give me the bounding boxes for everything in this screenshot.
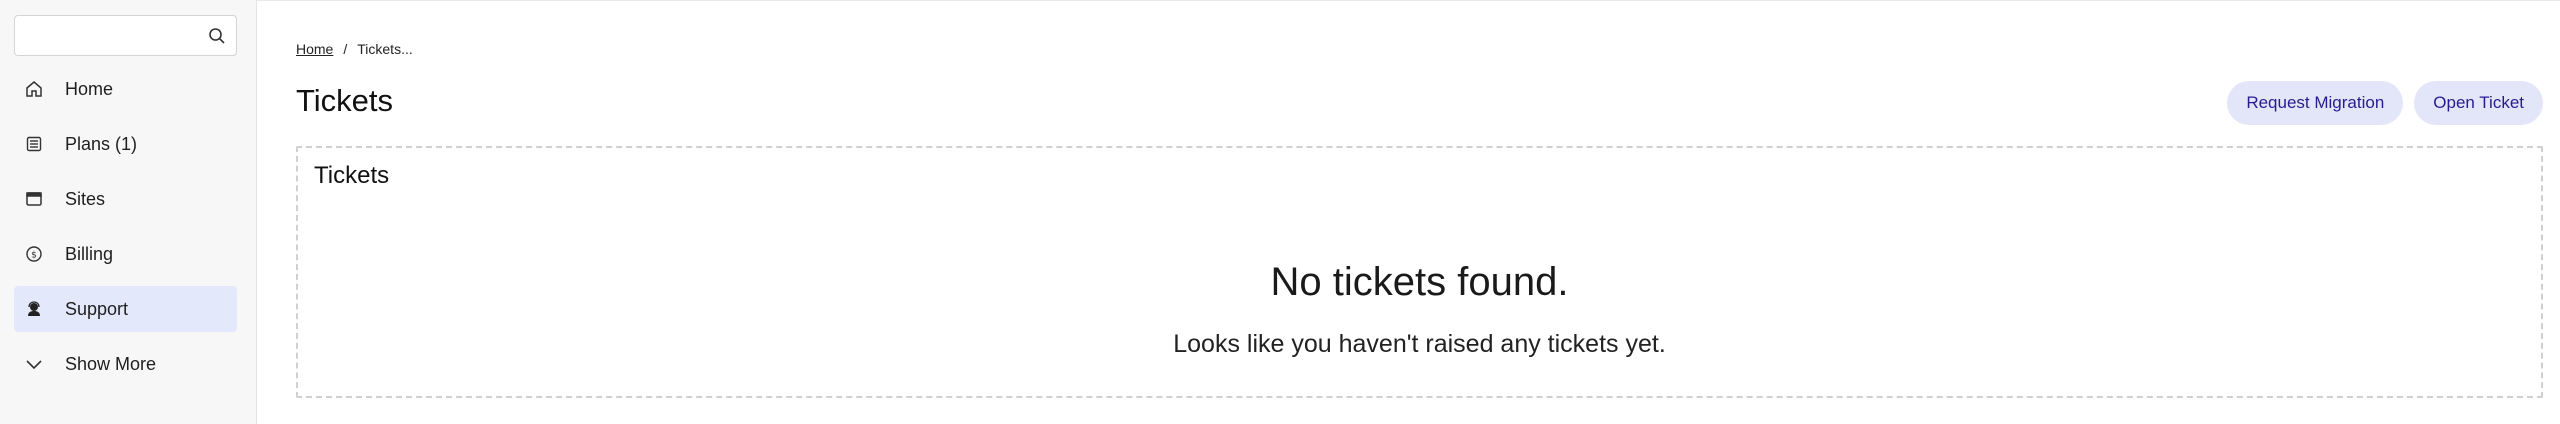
sidebar-item-support[interactable]: Support: [14, 286, 237, 332]
open-ticket-button[interactable]: Open Ticket: [2414, 81, 2543, 125]
svg-text:$: $: [31, 251, 37, 261]
header-actions: Request Migration Open Ticket: [2227, 81, 2543, 125]
sidebar-item-label: Plans (1): [65, 133, 138, 154]
sidebar-item-sites[interactable]: Sites: [14, 176, 237, 222]
breadcrumb: Home / Tickets...: [296, 41, 413, 57]
main-content: Home / Tickets... Tickets Request Migrat…: [257, 0, 2560, 424]
search-input[interactable]: [15, 16, 195, 55]
sidebar-item-label: Support: [65, 298, 129, 319]
tickets-panel: Tickets No tickets found. Looks like you…: [296, 146, 2543, 398]
support-agent-icon: [25, 300, 43, 318]
page-title: Tickets: [296, 83, 394, 118]
sidebar-item-label: Sites: [65, 188, 106, 209]
sidebar-item-label: Billing: [65, 243, 114, 264]
empty-state-subtitle: Looks like you haven't raised any ticket…: [1173, 330, 1666, 358]
breadcrumb-current: Tickets...: [357, 41, 413, 57]
search-icon[interactable]: [208, 27, 226, 45]
dollar-circle-icon: $: [25, 245, 43, 263]
sidebar-item-plans[interactable]: Plans (1): [14, 121, 237, 167]
chevron-down-icon: [25, 355, 43, 373]
panel-title: Tickets: [314, 162, 390, 189]
sidebar-item-show-more[interactable]: Show More: [14, 341, 237, 387]
request-migration-button[interactable]: Request Migration: [2227, 81, 2404, 125]
empty-state-title: No tickets found.: [1270, 260, 1569, 304]
breadcrumb-home-link[interactable]: Home: [296, 41, 333, 57]
sidebar: Home Plans (1) Sites $ Billing Support S…: [0, 0, 257, 424]
app-root: Home Plans (1) Sites $ Billing Support S…: [0, 0, 2560, 424]
sidebar-item-label: Home: [65, 78, 114, 99]
home-icon: [25, 80, 43, 98]
search-box: [14, 15, 237, 56]
sidebar-item-home[interactable]: Home: [14, 66, 237, 112]
sidebar-item-billing[interactable]: $ Billing: [14, 231, 237, 277]
list-icon: [25, 135, 43, 153]
browser-window-icon: [25, 190, 43, 208]
sidebar-item-label: Show More: [65, 353, 157, 374]
breadcrumb-separator: /: [343, 41, 348, 57]
